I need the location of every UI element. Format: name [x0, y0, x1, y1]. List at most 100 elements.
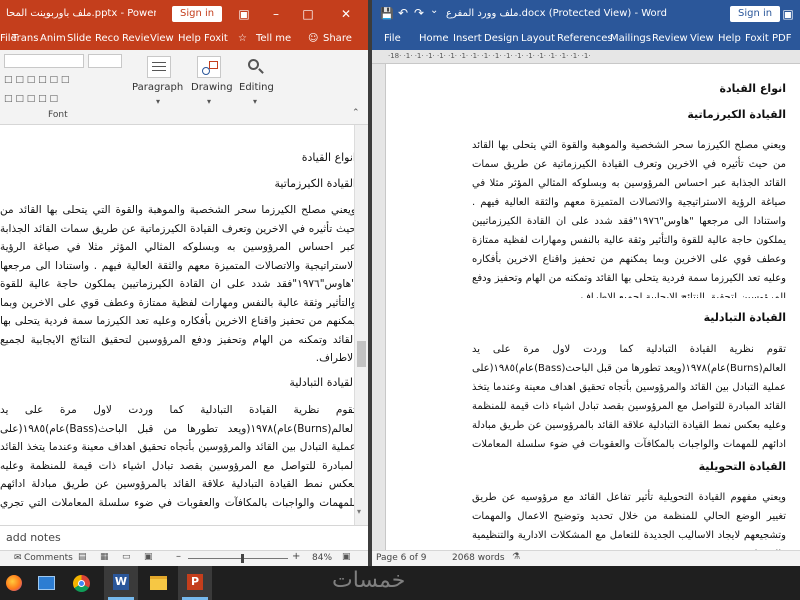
tab-mailings[interactable]: Mailings	[610, 33, 651, 44]
ppt-status-bar: ✉ Comments ▤ ▦ ▭ ▣ – + 84% ▣	[0, 550, 368, 566]
doc-heading-types: انواع القيادة	[719, 82, 787, 95]
font-group-label: Font	[48, 110, 68, 120]
slide-show-icon[interactable]: ▣	[144, 552, 153, 562]
outline-paragraph-charismatic: ويعني مصلح الكيرزما سحر الشخصية والموهبة…	[0, 204, 356, 364]
tab-insert[interactable]: Insert	[453, 33, 482, 44]
tab-foxit[interactable]: Foxit	[204, 33, 228, 44]
powerpoint-taskbar-button[interactable]: P	[178, 566, 212, 600]
word-title-bar: 💾 ↶ ↷ ⌄ ملف وورد المفرع.docx (Protected …	[372, 0, 800, 28]
powerpoint-icon: P	[187, 574, 203, 590]
notes-placeholder[interactable]: add notes	[6, 531, 61, 544]
share-button[interactable]: Share	[323, 33, 352, 44]
font-name-box[interactable]	[4, 54, 84, 68]
zoom-level[interactable]: 84%	[312, 553, 332, 563]
tab-file[interactable]: File	[384, 33, 401, 44]
slide-sorter-icon[interactable]: ▦	[100, 552, 109, 562]
chevron-down-icon: ▾	[253, 97, 258, 106]
tab-animations[interactable]: Anim	[40, 33, 66, 44]
word-taskbar-button[interactable]: W	[104, 566, 138, 600]
tab-view[interactable]: View	[690, 33, 714, 44]
doc-paragraph-transformational: ويعني مفهوم القيادة التحويلية تأثير تفاع…	[472, 492, 786, 550]
fit-slide-icon[interactable]: ▣	[342, 552, 351, 562]
word-ribbon-tabs: File Home Insert Design Layout Reference…	[372, 28, 800, 50]
tab-design[interactable]: Design	[484, 33, 519, 44]
minimize-icon[interactable]: –	[264, 0, 288, 28]
tab-layout[interactable]: Layout	[521, 33, 555, 44]
firefox-icon[interactable]	[6, 575, 22, 591]
find-magnifier-icon[interactable]	[243, 56, 267, 78]
zoom-slider[interactable]	[188, 558, 288, 559]
comments-icon[interactable]: ✉	[14, 553, 22, 563]
word-page: انواع القيادة القيادة الكيرزماتية ويعني …	[386, 64, 800, 550]
tab-help[interactable]: Help	[718, 33, 741, 44]
tab-foxit-pdf[interactable]: Foxit PDF	[745, 33, 791, 44]
ribbon-display-options-icon[interactable]: ▣	[776, 0, 800, 28]
paragraph-icon[interactable]	[147, 56, 171, 78]
zoom-slider-thumb[interactable]	[241, 554, 244, 563]
tab-record[interactable]: Reco	[95, 33, 119, 44]
ppt-notes-bar[interactable]: add notes	[0, 525, 368, 550]
save-icon[interactable]: 💾	[380, 7, 394, 20]
tell-me-search[interactable]: Tell me	[256, 33, 291, 44]
font-color-buttons[interactable]: □ □ □ □ □	[4, 94, 122, 108]
doc-heading-transactional: القيادة التبادلية	[703, 311, 786, 324]
chevron-down-icon: ▾	[156, 97, 161, 106]
powerpoint-window: ملف باوربوينت المحا.pptx - PowerPoint Si…	[0, 0, 368, 566]
tab-transitions[interactable]: Trans	[12, 33, 38, 44]
drawing-group-button[interactable]: Drawing	[191, 82, 233, 93]
windows-taskbar: W P خمسات	[0, 566, 800, 600]
watermark-logo: خمسات	[332, 568, 406, 593]
normal-view-icon[interactable]: ▤	[78, 552, 87, 562]
word-window: 💾 ↶ ↷ ⌄ ملف وورد المفرع.docx (Protected …	[372, 0, 800, 566]
scroll-thumb[interactable]	[357, 341, 366, 367]
windows-settings-icon[interactable]	[38, 576, 55, 590]
ppt-ribbon-tabs: File Trans Anim Slide Reco Revie View He…	[0, 28, 368, 50]
redo-icon[interactable]: ↷	[414, 6, 424, 20]
chrome-icon[interactable]	[73, 575, 90, 592]
zoom-in-icon[interactable]: +	[292, 551, 300, 562]
word-count[interactable]: 2068 words	[452, 553, 505, 563]
tab-help[interactable]: Help	[178, 33, 201, 44]
tab-view[interactable]: View	[150, 33, 174, 44]
outline-heading-types: انواع القيادة	[301, 151, 356, 164]
page-count[interactable]: Page 6 of 9	[376, 553, 427, 563]
horizontal-ruler[interactable]: ·18· ·1· ·1· ·1· ·1· ·1· ·1· ·1· ·1· ·1·…	[372, 50, 800, 64]
share-icon[interactable]: ☺	[308, 33, 318, 44]
doc-paragraph-charismatic: ويعني مصلح الكيرزما سحر الشخصية والموهبة…	[472, 140, 786, 298]
tab-slide-show[interactable]: Slide	[67, 33, 91, 44]
maximize-icon[interactable]: □	[296, 0, 320, 28]
word-sign-in-button[interactable]: Sign in	[730, 6, 781, 22]
doc-heading-charismatic: القيادة الكيرزماتية	[687, 108, 786, 121]
tab-review[interactable]: Review	[652, 33, 688, 44]
editing-group-button[interactable]: Editing	[239, 82, 274, 93]
tab-references[interactable]: References	[557, 33, 613, 44]
ruler-ticks: ·18· ·1· ·1· ·1· ·1· ·1· ·1· ·1· ·1· ·1·…	[388, 52, 591, 60]
word-vertical-ruler	[372, 64, 386, 550]
close-icon[interactable]: ✕	[334, 0, 358, 28]
undo-icon[interactable]: ↶	[398, 6, 408, 20]
ppt-ribbon: □ □ □ □ □ □ □ □ □ □ □ Font Paragraph ▾ D…	[0, 50, 368, 125]
lightbulb-icon: ☆	[238, 33, 247, 44]
ppt-sign-in-button[interactable]: Sign in	[172, 6, 223, 22]
word-document-canvas: انواع القيادة القيادة الكيرزماتية ويعني …	[372, 64, 800, 550]
file-explorer-icon[interactable]	[150, 576, 167, 590]
collapse-ribbon-icon[interactable]: ⌃	[352, 108, 360, 118]
ppt-outline-pane: انواع القيادة القيادة الكيرزماتية ويعني …	[0, 125, 368, 525]
drawing-shapes-icon[interactable]	[197, 56, 221, 78]
reading-view-icon[interactable]: ▭	[122, 552, 131, 562]
ppt-vertical-scrollbar[interactable]: ▾	[354, 125, 368, 525]
word-window-title: ملف وورد المفرع.docx (Protected View) - …	[446, 8, 667, 19]
word-status-bar: Page 6 of 9 2068 words ⚗	[372, 550, 800, 566]
tab-review[interactable]: Revie	[122, 33, 150, 44]
comments-button[interactable]: Comments	[24, 553, 73, 563]
paragraph-group-button[interactable]: Paragraph	[132, 82, 183, 93]
ribbon-display-options-icon[interactable]: ▣	[232, 0, 256, 28]
font-format-buttons[interactable]: □ □ □ □ □ □	[4, 75, 122, 89]
scroll-down-icon[interactable]: ▾	[357, 507, 361, 516]
accessibility-icon[interactable]: ⚗	[512, 552, 520, 562]
outline-paragraph-transactional: تقوم نظرية القيادة التبادلية كما وردت لا…	[0, 404, 356, 509]
tab-home[interactable]: Home	[419, 33, 449, 44]
font-size-box[interactable]	[88, 54, 122, 68]
zoom-out-icon[interactable]: –	[176, 551, 181, 562]
quick-access-more-icon[interactable]: ⌄	[430, 5, 438, 16]
